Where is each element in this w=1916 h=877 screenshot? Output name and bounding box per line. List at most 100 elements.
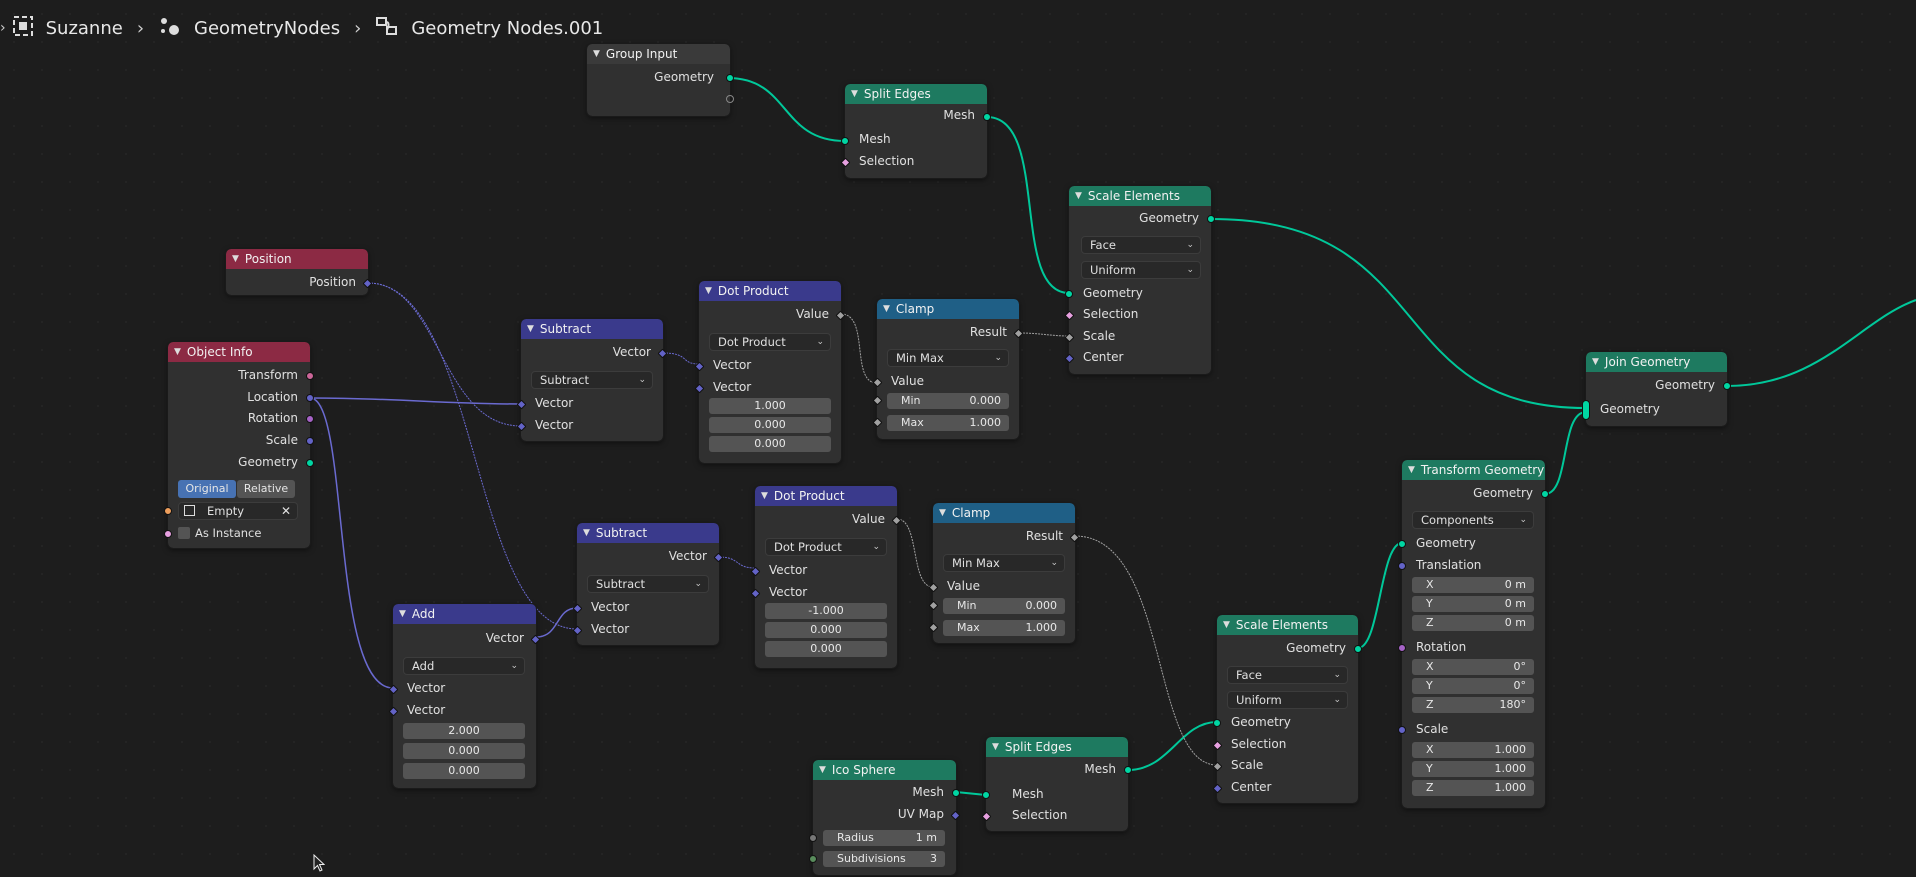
output-socket-rotation[interactable] [306, 415, 314, 423]
output-socket-location[interactable] [306, 394, 314, 402]
min-field[interactable]: Min 0.000 [943, 598, 1065, 614]
node-header[interactable]: ▼ Dot Product [699, 281, 841, 301]
output-socket-geometry[interactable] [306, 459, 314, 467]
operation-dropdown[interactable]: Subtract ⌄ [587, 575, 709, 593]
node-header[interactable]: ▼ Position [226, 249, 368, 269]
vector-z-field[interactable]: 0.000 [709, 436, 831, 452]
translation-z-field[interactable]: Z0 m [1412, 615, 1534, 631]
radius-field[interactable]: Radius 1 m [823, 830, 945, 846]
collapse-icon[interactable]: ▼ [593, 49, 600, 59]
domain-dropdown[interactable]: Face ⌄ [1227, 666, 1348, 684]
node-clamp[interactable]: ▼ Clamp Result Min Max ⌄ Value Min 0.000 Ma… [928, 502, 1080, 644]
input-socket-geometry[interactable] [1065, 290, 1073, 298]
vector-x-field[interactable]: 2.000 [403, 723, 525, 739]
collapse-icon[interactable]: ▼ [1223, 620, 1230, 630]
operation-dropdown[interactable]: Dot Product ⌄ [709, 333, 831, 351]
clamp-mode-dropdown[interactable]: Min Max ⌄ [943, 554, 1065, 572]
node-header[interactable]: ▼ Dot Product [755, 486, 897, 506]
output-socket-geometry[interactable] [1354, 645, 1362, 653]
input-socket-translation[interactable] [1398, 562, 1406, 570]
node-header[interactable]: ▼ Subtract [577, 523, 719, 543]
input-socket-mesh[interactable] [841, 137, 849, 145]
node-header[interactable]: ▼ Clamp [933, 503, 1075, 523]
input-socket-as-instance[interactable] [164, 530, 172, 538]
breadcrumb-node-tree[interactable]: Geometry Nodes.001 [411, 18, 603, 39]
node-object-info[interactable]: ▼ Object Info Transform Location Rotation… [164, 341, 314, 549]
scale-z-field[interactable]: Z 1.000 [1412, 780, 1534, 796]
vector-x-field[interactable]: 1.000 [709, 398, 831, 414]
node-dot-product[interactable]: ▼ Dot Product Value Dot Product ⌄ Vector V… [694, 280, 846, 464]
collapse-icon[interactable]: ▼ [851, 89, 858, 99]
collapse-icon[interactable]: ▼ [1592, 357, 1599, 367]
node-header[interactable]: ▼ Add [393, 604, 536, 624]
relative-toggle[interactable]: Relative [237, 480, 295, 498]
node-clamp[interactable]: ▼ Clamp Result Min Max ⌄ Value Min 0.000 Ma… [872, 298, 1024, 440]
collapse-icon[interactable]: ▼ [527, 324, 534, 334]
node-position[interactable]: ▼ Position Position [225, 248, 373, 296]
node-dot-product[interactable]: ▼ Dot Product Value Dot Product ⌄ Vector V… [750, 485, 902, 669]
input-socket-geometry[interactable] [1213, 719, 1221, 727]
collapse-icon[interactable]: ▼ [705, 286, 712, 296]
output-socket-mesh[interactable] [1124, 766, 1132, 774]
output-socket-geometry[interactable] [726, 74, 734, 82]
output-socket-geometry[interactable] [1541, 490, 1549, 498]
collapse-icon[interactable]: ▼ [883, 304, 890, 314]
min-field[interactable]: Min 0.000 [887, 393, 1009, 409]
collapse-icon[interactable]: ▼ [232, 254, 239, 264]
node-vector-subtract[interactable]: ▼ Subtract Vector Subtract ⌄ Vector Vector [516, 318, 668, 442]
vector-y-field[interactable]: 0.000 [765, 622, 887, 638]
operation-dropdown[interactable]: Subtract ⌄ [531, 371, 653, 389]
input-socket-subdivisions[interactable] [809, 855, 817, 863]
vector-y-field[interactable]: 0.000 [709, 417, 831, 433]
vector-z-field[interactable]: 0.000 [403, 763, 525, 779]
node-header[interactable]: ▼ Split Edges [986, 737, 1128, 757]
node-header[interactable]: ▼ Object Info [168, 342, 310, 362]
rotation-x-field[interactable]: X 0° [1412, 659, 1534, 675]
translation-y-field[interactable]: Y0 m [1412, 596, 1534, 612]
scale-y-field[interactable]: Y 1.000 [1412, 761, 1534, 777]
subdivisions-field[interactable]: Subdivisions 3 [823, 851, 945, 867]
node-header[interactable]: ▼ Scale Elements [1069, 186, 1211, 206]
collapse-icon[interactable]: ▼ [761, 491, 768, 501]
node-header[interactable]: ▼ Scale Elements [1217, 615, 1358, 635]
vector-z-field[interactable]: 0.000 [765, 641, 887, 657]
node-scale-elements[interactable]: ▼ Scale Elements Geometry Face ⌄ Uniform ⌄ … [1064, 185, 1215, 375]
collapse-icon[interactable]: ▼ [1075, 191, 1082, 201]
input-socket-radius[interactable] [809, 834, 817, 842]
input-socket-geometry-multi[interactable] [1582, 400, 1590, 420]
breadcrumb-modifier[interactable]: GeometryNodes [194, 18, 340, 39]
output-socket-empty[interactable] [726, 95, 734, 103]
output-socket-transform[interactable] [306, 372, 314, 380]
scale-mode-dropdown[interactable]: Uniform ⌄ [1227, 691, 1348, 709]
operation-dropdown[interactable]: Add ⌄ [403, 657, 525, 675]
domain-dropdown[interactable]: Face ⌄ [1081, 236, 1201, 254]
output-socket-scale[interactable] [306, 437, 314, 445]
transform-mode-dropdown[interactable]: Components ⌄ [1412, 511, 1534, 529]
node-header[interactable]: ▼ Subtract [521, 319, 663, 339]
translation-x-field[interactable]: X0 m [1412, 577, 1534, 593]
clear-icon[interactable]: ✕ [281, 503, 291, 519]
node-split-edges[interactable]: ▼ Split Edges Mesh Mesh Selection [981, 736, 1132, 832]
object-field[interactable]: Empty ✕ [178, 502, 298, 520]
output-socket-mesh[interactable] [952, 789, 960, 797]
breadcrumb-object[interactable]: Suzanne [46, 18, 123, 39]
vector-x-field[interactable]: -1.000 [765, 603, 887, 619]
node-header[interactable]: ▼ Ico Sphere [813, 760, 956, 780]
collapse-icon[interactable]: ▼ [399, 609, 406, 619]
node-vector-add[interactable]: ▼ Add Vector Add ⌄ Vector Vector 2.000 0.0… [388, 603, 541, 789]
collapse-icon[interactable]: ▼ [819, 765, 826, 775]
input-socket-rotation[interactable] [1398, 644, 1406, 652]
input-socket-geometry[interactable] [1398, 540, 1406, 548]
node-split-edges[interactable]: ▼ Split Edges Mesh Mesh Selection [840, 83, 991, 179]
node-ico-sphere[interactable]: ▼ Ico Sphere Mesh UV Map Radius 1 m Subdiv… [809, 759, 961, 876]
output-socket-geometry[interactable] [1723, 382, 1731, 390]
scale-x-field[interactable]: X 1.000 [1412, 742, 1534, 758]
node-scale-elements[interactable]: ▼ Scale Elements Geometry Face ⌄ Uniform ⌄ … [1212, 614, 1362, 804]
scale-mode-dropdown[interactable]: Uniform ⌄ [1081, 261, 1201, 279]
node-join-geometry[interactable]: ▼ Join Geometry Geometry Geometry [1582, 351, 1731, 427]
max-field[interactable]: Max 1.000 [887, 415, 1009, 431]
node-header[interactable]: ▼ Transform Geometry [1402, 460, 1545, 480]
collapse-icon[interactable]: ▼ [992, 742, 999, 752]
collapse-icon[interactable]: ▼ [174, 347, 181, 357]
node-transform-geometry[interactable]: ▼ Transform Geometry Geometry Components ⌄… [1398, 459, 1549, 809]
